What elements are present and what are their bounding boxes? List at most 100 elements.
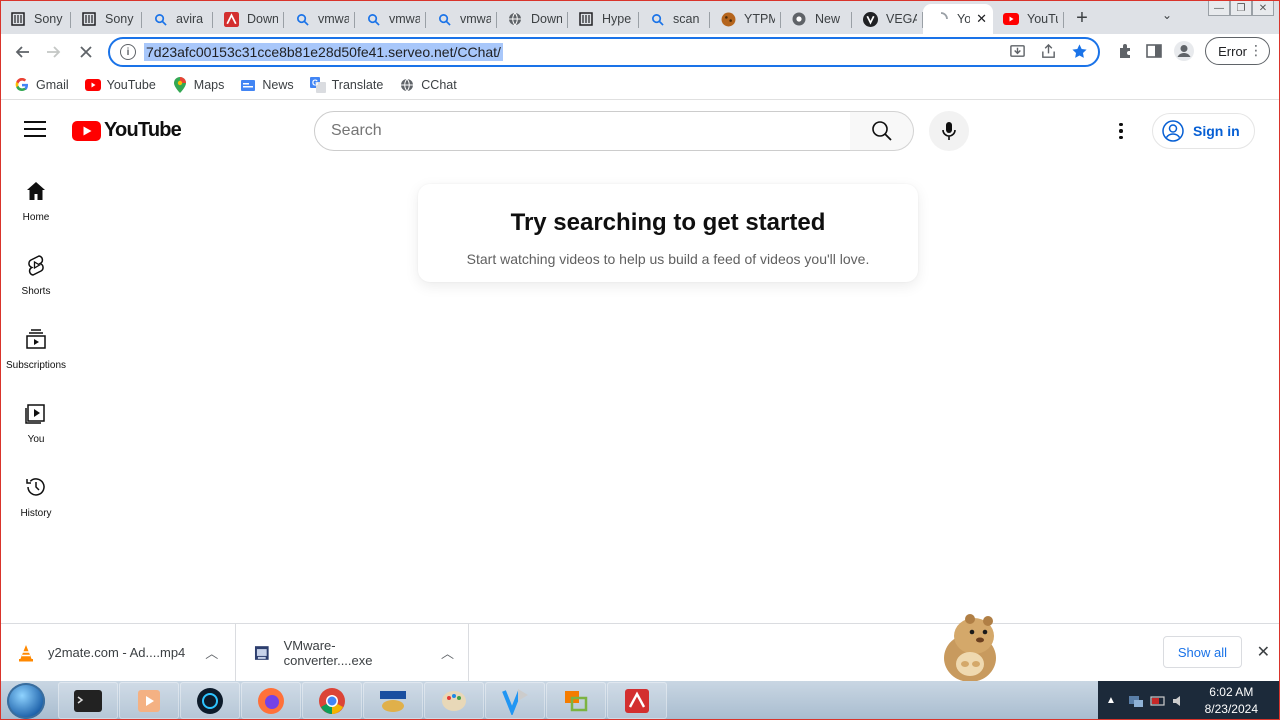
close-tab-icon[interactable]: ✕	[976, 11, 987, 27]
show-all-downloads-button[interactable]: Show all	[1162, 636, 1242, 668]
new-tab-button[interactable]: +	[1068, 4, 1096, 32]
sign-in-button[interactable]: Sign in	[1152, 113, 1255, 149]
guide-item-shorts[interactable]: Shorts	[0, 243, 72, 317]
loading-icon	[933, 11, 949, 27]
taskbar-app-spark[interactable]	[180, 682, 240, 719]
side-panel-icon[interactable]	[1145, 42, 1163, 60]
hamster-mascot-icon	[944, 614, 996, 682]
guide-label: Subscriptions	[5, 360, 67, 371]
taskbar-app-firefox[interactable]	[241, 682, 301, 719]
profile-avatar-icon[interactable]	[1173, 40, 1195, 62]
youtube-play-icon	[72, 120, 101, 141]
tab[interactable]: vmwa	[284, 4, 355, 34]
chevron-up-icon[interactable]: ︿	[441, 643, 454, 662]
guide-item-subscriptions[interactable]: Subscriptions	[0, 317, 72, 391]
hamburger-menu-icon[interactable]	[24, 121, 46, 142]
windows-taskbar: ▲ 6:02 AM 8/23/2024	[0, 681, 1280, 720]
tab-title: avira	[176, 12, 204, 26]
tab[interactable]: vmwa	[426, 4, 497, 34]
minimize-icon[interactable]: —	[1208, 0, 1230, 16]
taskbar-apps	[58, 682, 667, 719]
guide-label: You	[27, 434, 45, 445]
taskbar-app-video-editor[interactable]	[485, 682, 545, 719]
document-icon	[578, 11, 594, 27]
taskbar-app-vmware[interactable]	[546, 682, 606, 719]
install-app-icon[interactable]	[1009, 43, 1026, 60]
share-icon[interactable]	[1040, 43, 1057, 60]
bookmark-maps[interactable]: Maps	[172, 76, 224, 93]
youtube-icon	[1003, 11, 1019, 27]
tab[interactable]: avira	[142, 4, 213, 34]
guide-item-history[interactable]: History	[0, 465, 72, 539]
paint-palette-icon	[442, 690, 466, 711]
taskbar-app-avira[interactable]	[607, 682, 667, 719]
youtube-logo[interactable]: YouTube	[72, 119, 182, 142]
window-controls: — ❐ ✕	[1208, 0, 1274, 16]
back-arrow-icon[interactable]	[6, 36, 38, 68]
tab[interactable]: YTPM	[710, 4, 781, 34]
extensions-puzzle-icon[interactable]	[1117, 42, 1135, 60]
close-downloads-icon[interactable]: ✕	[1257, 642, 1270, 662]
taskbar-app-typing-game[interactable]	[363, 682, 423, 719]
chrome-icon	[791, 11, 807, 27]
guide-item-you[interactable]: You	[0, 391, 72, 465]
search-button[interactable]	[850, 111, 914, 151]
chevron-up-icon[interactable]: ︿	[205, 643, 218, 662]
download-item[interactable]: y2mate.com - Ad....mp4 ︿	[0, 623, 236, 682]
tab-title: Yo	[957, 12, 971, 26]
battery-icon[interactable]	[1150, 695, 1166, 707]
address-bar[interactable]: i 7d23afc00153c31cce8b81e28d50fe41.serve…	[108, 37, 1100, 67]
taskbar-app-terminal[interactable]	[58, 682, 118, 719]
tab-active[interactable]: Yo ✕	[923, 4, 993, 34]
bookmark-label: News	[262, 77, 294, 92]
tab[interactable]: New	[781, 4, 852, 34]
restore-icon[interactable]: ❐	[1230, 0, 1252, 16]
chrome-icon	[319, 687, 345, 714]
tab[interactable]: Sony	[0, 4, 71, 34]
download-item[interactable]: VMware-converter....exe ︿	[236, 623, 469, 682]
tab[interactable]: Down	[497, 4, 568, 34]
network-icon[interactable]	[1128, 694, 1144, 708]
search-input[interactable]: Search	[314, 111, 851, 151]
tab[interactable]: Hype	[568, 4, 639, 34]
volume-icon[interactable]	[1172, 694, 1186, 708]
tab[interactable]: scan	[639, 4, 710, 34]
taskbar-app-paint[interactable]	[424, 682, 484, 719]
stop-loading-icon[interactable]	[70, 36, 102, 68]
voice-search-button[interactable]	[929, 111, 969, 151]
spark-icon	[197, 687, 223, 714]
forward-arrow-icon[interactable]	[38, 36, 70, 68]
url-text[interactable]: 7d23afc00153c31cce8b81e28d50fe41.serveo.…	[144, 43, 503, 61]
close-window-icon[interactable]: ✕	[1252, 0, 1274, 16]
bookmark-star-icon[interactable]	[1071, 43, 1088, 60]
bookmark-label: Translate	[331, 77, 384, 92]
more-menu-icon[interactable]: ⋮	[1249, 42, 1263, 59]
download-filename: VMware-converter....exe	[283, 637, 373, 668]
bookmark-news[interactable]: News	[240, 77, 294, 93]
vmware-icon	[565, 690, 588, 711]
bookmark-gmail[interactable]: Gmail	[14, 77, 69, 93]
tab[interactable]: Down	[213, 4, 284, 34]
start-button[interactable]	[7, 683, 45, 719]
taskbar-app-media-player[interactable]	[119, 682, 179, 719]
site-info-icon[interactable]: i	[120, 44, 136, 60]
tab-search-button[interactable]: ⌄	[1162, 8, 1172, 22]
bookmark-cchat[interactable]: CChat	[399, 77, 457, 93]
tab[interactable]: vmwa	[355, 4, 426, 34]
bookmark-translate[interactable]: G Translate	[309, 76, 384, 93]
search-icon	[649, 11, 665, 27]
bookmark-youtube[interactable]: YouTube	[84, 77, 156, 93]
show-hidden-icons-icon[interactable]: ▲	[1106, 695, 1116, 706]
clock[interactable]: 6:02 AM 8/23/2024	[1205, 684, 1258, 718]
taskbar-app-chrome[interactable]	[302, 682, 362, 719]
profile-error-button[interactable]: Error ⋮	[1205, 37, 1270, 65]
google-icon	[14, 77, 30, 93]
tab[interactable]: Sony	[71, 4, 142, 34]
tab[interactable]: VEGA	[852, 4, 923, 34]
media-player-icon	[138, 689, 160, 712]
guide-item-home[interactable]: Home	[0, 169, 72, 243]
settings-kebab-icon[interactable]	[1110, 119, 1132, 143]
tab[interactable]: YouTu	[993, 4, 1064, 34]
bookmarks-bar: Gmail YouTube Maps News G Translate CCha…	[0, 70, 1280, 100]
vega-icon	[862, 11, 878, 27]
